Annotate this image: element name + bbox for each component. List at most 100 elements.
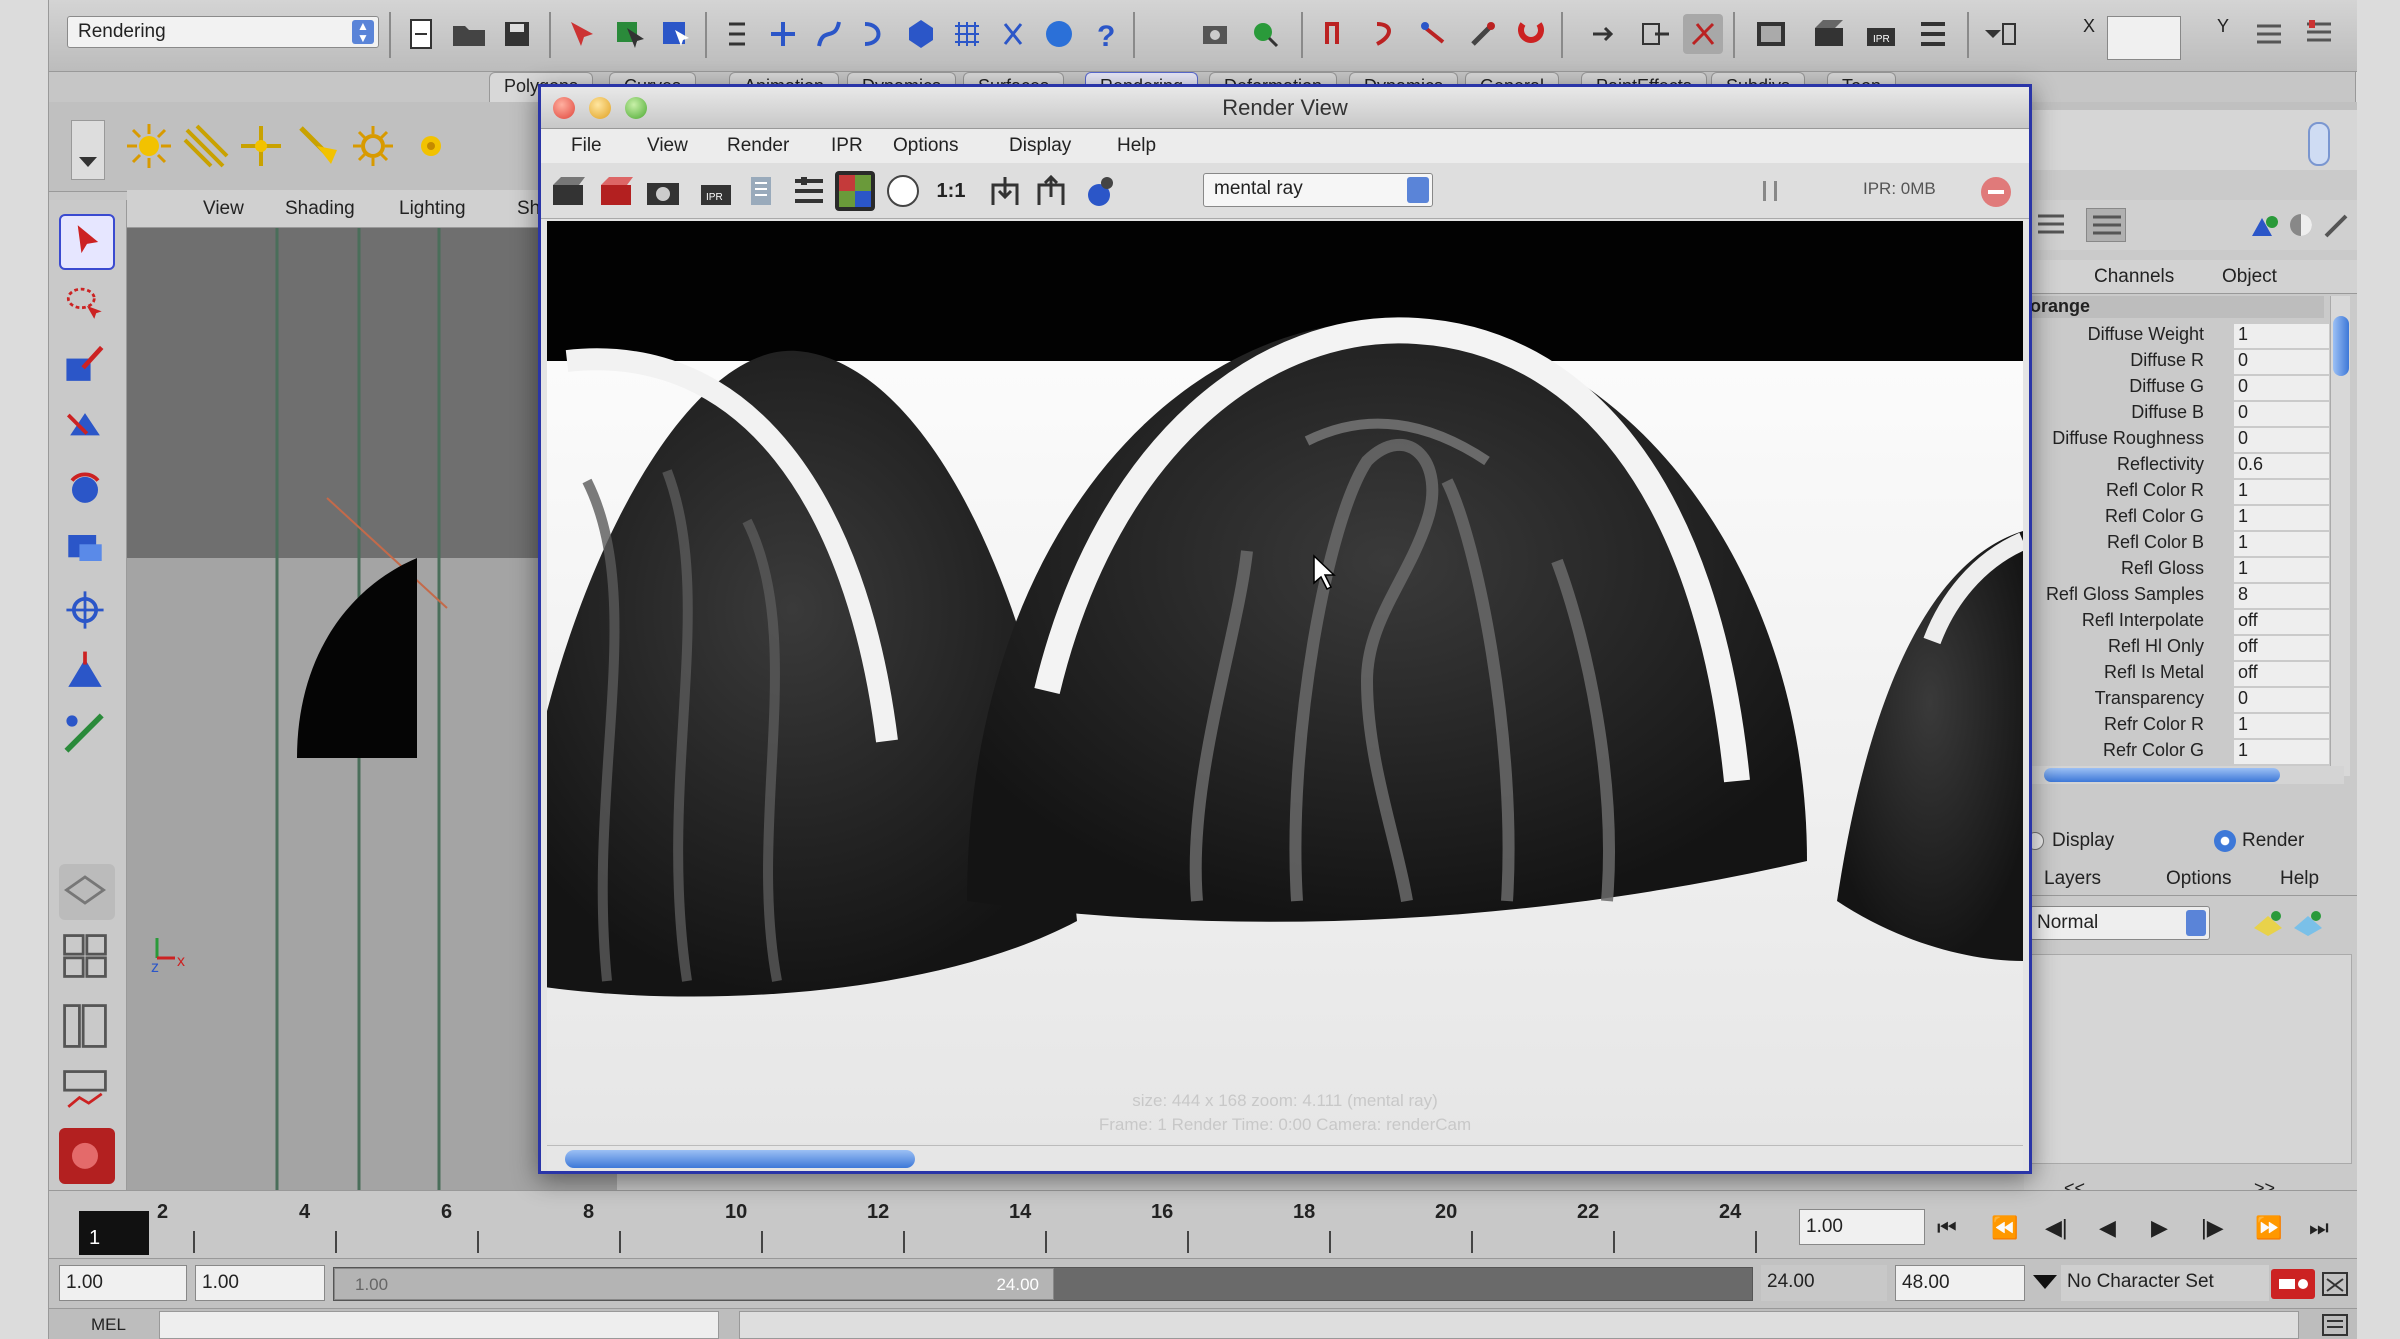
select-component-icon[interactable] — [655, 14, 695, 54]
output-ops-icon[interactable] — [1635, 14, 1675, 54]
render-view-titlebar[interactable]: Render View — [541, 87, 2029, 129]
attribute-row[interactable]: Refl Gloss 1 — [2024, 556, 2329, 582]
chevron-down-icon[interactable] — [2033, 1275, 2057, 1289]
render-radio[interactable] — [2214, 830, 2236, 852]
hypershade-icon[interactable] — [1317, 14, 1357, 54]
menu-set-dropdown[interactable]: Rendering ▲ ▼ — [67, 16, 379, 48]
attribute-value[interactable]: off — [2234, 610, 2329, 634]
viewport-menu-shading[interactable]: Shading — [285, 198, 355, 220]
render-view-hscrollbar[interactable] — [547, 1145, 2023, 1171]
step-forward-frame-icon[interactable]: |▶ — [2201, 1215, 2224, 1241]
rv-menu-view[interactable]: View — [647, 135, 688, 157]
input-ops-icon[interactable] — [1585, 14, 1625, 54]
minimize-window-button[interactable] — [589, 97, 611, 119]
paint-select-tool-icon[interactable] — [59, 340, 115, 396]
save-scene-icon[interactable] — [497, 14, 537, 54]
spot-light-icon[interactable] — [291, 120, 343, 172]
remove-image-icon[interactable] — [1031, 171, 1071, 211]
rotate-tool-icon[interactable] — [59, 462, 115, 518]
render-settings-icon[interactable] — [789, 171, 829, 211]
attribute-value[interactable]: 1 — [2234, 532, 2329, 556]
ipr-render-icon[interactable] — [1245, 14, 1285, 54]
ipr-icon[interactable]: IPR — [697, 171, 737, 211]
go-to-start-icon[interactable]: ⏮ — [1937, 1215, 1957, 1241]
hypershade-layout-icon[interactable] — [59, 1128, 115, 1184]
script-editor-icon[interactable] — [2321, 1313, 2349, 1337]
display-rgb-icon[interactable] — [835, 171, 875, 211]
layers-menu[interactable]: Layers — [2044, 868, 2101, 890]
snapshot-icon[interactable] — [643, 171, 683, 211]
playback-start-field[interactable]: 1.00 — [195, 1265, 325, 1301]
show-attr-editor-icon[interactable] — [2249, 14, 2289, 54]
attribute-row[interactable]: Refl Interpolate off — [2024, 608, 2329, 634]
select-tool-icon[interactable] — [59, 214, 115, 270]
attribute-value[interactable]: 1 — [2234, 714, 2329, 738]
play-forward-icon[interactable]: ▶ — [2151, 1215, 2168, 1241]
attribute-value[interactable]: 0 — [2234, 350, 2329, 374]
attribute-row[interactable]: Diffuse B 0 — [2024, 400, 2329, 426]
step-back-frame-icon[interactable]: ◀| — [2045, 1215, 2068, 1241]
attribute-row[interactable]: Refr Color R 1 — [2024, 712, 2329, 738]
stop-render-icon[interactable] — [1981, 177, 2011, 207]
soft-mod-tool-icon[interactable] — [59, 646, 115, 702]
new-layer-icon[interactable] — [2250, 908, 2286, 938]
new-layer-selected-icon[interactable] — [2290, 908, 2326, 938]
lasso-tool-icon[interactable] — [59, 278, 115, 334]
attribute-value[interactable]: 1 — [2234, 740, 2329, 764]
attribute-row[interactable]: Refl Gloss Samples 8 — [2024, 582, 2329, 608]
snap-curve-icon[interactable] — [809, 14, 849, 54]
scale-tool-icon[interactable] — [59, 522, 115, 578]
render-frame-icon[interactable] — [1195, 14, 1235, 54]
auto-key-icon[interactable] — [2271, 1269, 2315, 1299]
mask-menu-icon[interactable] — [717, 14, 757, 54]
rv-menu-options[interactable]: Options — [893, 135, 958, 157]
render-globals-icon[interactable] — [1913, 14, 1953, 54]
attribute-value[interactable]: 0 — [2234, 688, 2329, 712]
attribute-value[interactable]: 0.6 — [2234, 454, 2329, 478]
refresh-ipr-icon[interactable] — [741, 171, 781, 211]
attribute-value[interactable]: 8 — [2234, 584, 2329, 608]
playback-end-field[interactable]: 24.00 — [1761, 1265, 1887, 1301]
layer-list[interactable] — [2028, 954, 2352, 1164]
time-slider[interactable]: 1 2 4 6 8 10 12 14 16 18 20 22 24 1.00 ⏮ ⏪ ◀| ◀ ▶ |… — [49, 1190, 2357, 1258]
anim-prefs-icon[interactable] — [2321, 1269, 2349, 1299]
snap-grid-icon[interactable] — [763, 14, 803, 54]
help-menu[interactable]: Help — [2280, 868, 2319, 890]
start-time-field[interactable]: 1.00 — [59, 1265, 187, 1301]
shading-mode-icon[interactable] — [2284, 208, 2318, 242]
single-pane-layout-icon[interactable] — [59, 864, 115, 920]
select-object-icon[interactable] — [609, 14, 649, 54]
globe-icon[interactable] — [1039, 14, 1079, 54]
attribute-row[interactable]: Diffuse G 0 — [2024, 374, 2329, 400]
construction-history-icon[interactable] — [1683, 14, 1723, 54]
attribute-value[interactable]: off — [2234, 662, 2329, 686]
area-light-icon[interactable] — [347, 120, 399, 172]
attribute-value[interactable]: 0 — [2234, 376, 2329, 400]
render-region-icon[interactable] — [597, 171, 637, 211]
shelf-menu-button[interactable] — [71, 120, 105, 180]
render-view-hscroll-thumb[interactable] — [565, 1150, 915, 1168]
rv-menu-ipr[interactable]: IPR — [831, 135, 863, 157]
render-ipr-icon[interactable]: IPR — [1861, 14, 1901, 54]
real-size-button[interactable]: 1:1 — [931, 171, 971, 211]
magnet-icon[interactable] — [1511, 14, 1551, 54]
rv-menu-display[interactable]: Display — [1009, 135, 1071, 157]
snap-view-plane-icon[interactable] — [901, 14, 941, 54]
list-view-icon[interactable] — [2034, 208, 2068, 242]
chevron-down-icon[interactable] — [1979, 14, 2019, 54]
render-image[interactable]: size: 444 x 168 zoom: 4.111 (mental ray)… — [547, 221, 2023, 1143]
attribute-row[interactable]: Diffuse Roughness 0 — [2024, 426, 2329, 452]
pick-tool-icon[interactable] — [2320, 208, 2354, 242]
attr-scroll-thumb[interactable] — [2333, 316, 2349, 376]
pause-icon[interactable] — [1763, 181, 1777, 201]
object-tab[interactable]: Object — [2222, 266, 2277, 288]
persp-outliner-layout-icon[interactable] — [59, 1000, 115, 1056]
display-mode-icon[interactable] — [2248, 208, 2282, 242]
attribute-value[interactable]: 1 — [2234, 480, 2329, 504]
close-window-button[interactable] — [553, 97, 575, 119]
go-to-end-icon[interactable]: ⏭ — [2309, 1215, 2329, 1241]
attr-hscroll-thumb[interactable] — [2044, 768, 2280, 782]
attribute-value[interactable]: 0 — [2234, 428, 2329, 452]
attribute-row[interactable]: Reflectivity 0.6 — [2024, 452, 2329, 478]
move-tool-icon[interactable] — [59, 402, 115, 458]
